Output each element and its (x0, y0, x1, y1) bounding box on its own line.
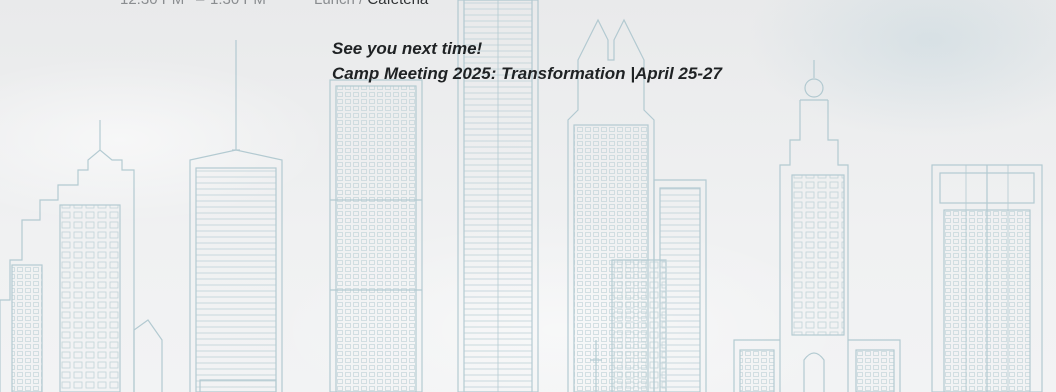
event-line: Camp Meeting 2025: Transformation |April… (332, 61, 722, 86)
schedule-row-lunch: 12:30 PM–1:30 PMLunch / Cafeteria (120, 0, 428, 11)
tower-art-deco-right (931, 164, 1043, 392)
event-name: Camp Meeting 2025: Transformation (332, 64, 626, 83)
schedule-venue: Cafeteria (367, 0, 428, 8)
tower-left-stepped (0, 120, 163, 392)
closing-message: See you next time! Camp Meeting 2025: Tr… (332, 36, 722, 86)
tower-ornate-clock (733, 60, 901, 392)
schedule-end-time: 1:30 PM (210, 0, 314, 8)
event-dates: April 25-27 (634, 64, 722, 83)
schedule-activity: Lunch / (314, 0, 363, 8)
tower-mid-left (329, 79, 423, 392)
schedule-separator: – (196, 0, 210, 8)
tower-antenna-left (189, 40, 283, 392)
farewell-text: See you next time! (332, 39, 483, 58)
schedule-start-time: 12:30 PM (120, 0, 196, 8)
